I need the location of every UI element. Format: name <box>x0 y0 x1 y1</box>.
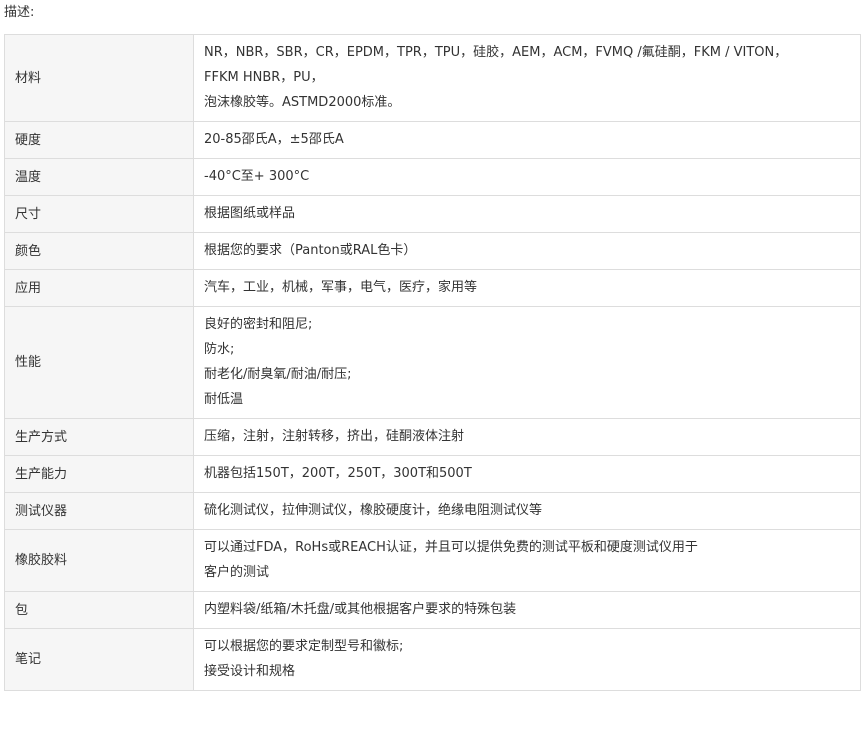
row-value: 压缩，注射，注射转移，挤出，硅酮液体注射 <box>193 418 861 456</box>
row-value: 硫化测试仪，拉伸测试仪，橡胶硬度计，绝缘电阻测试仪等 <box>193 492 861 530</box>
spec-table-body: 材料 NR，NBR，SBR，CR，EPDM，TPR，TPU，硅胶，AEM，ACM… <box>4 34 861 691</box>
value-line: 机器包括150T，200T，250T，300T和500T <box>204 466 472 481</box>
row-value: -40°C至+ 300°C <box>193 158 861 196</box>
row-value: 良好的密封和阻尼; 防水; 耐老化/耐臭氧/耐油/耐压; 耐低温 <box>193 306 861 419</box>
row-value: 根据图纸或样品 <box>193 195 861 233</box>
row-label: 测试仪器 <box>4 492 194 530</box>
table-row: 材料 NR，NBR，SBR，CR，EPDM，TPR，TPU，硅胶，AEM，ACM… <box>4 34 861 122</box>
row-label: 应用 <box>4 269 194 307</box>
row-label: 颜色 <box>4 232 194 270</box>
value-line: FFKM HNBR，PU， <box>204 70 324 85</box>
table-row: 硬度 20-85邵氏A，±5邵氏A <box>4 121 861 159</box>
value-line: 良好的密封和阻尼; <box>204 317 313 332</box>
table-row: 尺寸 根据图纸或样品 <box>4 195 861 233</box>
value-line: 耐低温 <box>204 392 244 407</box>
table-row: 包 内塑料袋/纸箱/木托盘/或其他根据客户要求的特殊包装 <box>4 591 861 629</box>
value-line: 汽车，工业，机械，军事，电气，医疗，家用等 <box>204 280 478 295</box>
table-row: 温度 -40°C至+ 300°C <box>4 158 861 196</box>
row-label: 材料 <box>4 34 194 122</box>
row-label: 生产能力 <box>4 455 194 493</box>
row-label: 笔记 <box>4 628 194 691</box>
row-label: 包 <box>4 591 194 629</box>
row-label: 温度 <box>4 158 194 196</box>
row-value: 内塑料袋/纸箱/木托盘/或其他根据客户要求的特殊包装 <box>193 591 861 629</box>
value-line: 内塑料袋/纸箱/木托盘/或其他根据客户要求的特殊包装 <box>204 602 517 617</box>
value-line: 硫化测试仪，拉伸测试仪，橡胶硬度计，绝缘电阻测试仪等 <box>204 503 543 518</box>
row-label: 橡胶胶料 <box>4 529 194 592</box>
row-value: 可以通过FDA，RoHs或REACH认证，并且可以提供免费的测试平板和硬度测试仪… <box>193 529 861 592</box>
table-row: 测试仪器 硫化测试仪，拉伸测试仪，橡胶硬度计，绝缘电阻测试仪等 <box>4 492 861 530</box>
row-label: 尺寸 <box>4 195 194 233</box>
row-value: 可以根据您的要求定制型号和徽标; 接受设计和规格 <box>193 628 861 691</box>
row-label: 生产方式 <box>4 418 194 456</box>
row-value: 根据您的要求（Panton或RAL色卡） <box>193 232 861 270</box>
table-row: 颜色 根据您的要求（Panton或RAL色卡） <box>4 232 861 270</box>
value-line: 根据图纸或样品 <box>204 206 296 221</box>
page: 描述: 材料 NR，NBR，SBR，CR，EPDM，TPR，TPU，硅胶，AEM… <box>0 0 868 732</box>
value-line: 可以通过FDA，RoHs或REACH认证，并且可以提供免费的测试平板和硬度测试仪… <box>204 540 698 555</box>
value-line: 防水; <box>204 342 235 357</box>
table-row: 橡胶胶料 可以通过FDA，RoHs或REACH认证，并且可以提供免费的测试平板和… <box>4 529 861 592</box>
value-line: 根据您的要求（Panton或RAL色卡） <box>204 243 417 258</box>
table-row: 生产能力 机器包括150T，200T，250T，300T和500T <box>4 455 861 493</box>
value-line: 20-85邵氏A，±5邵氏A <box>204 132 344 147</box>
value-line: 客户的测试 <box>204 565 270 580</box>
row-value: 机器包括150T，200T，250T，300T和500T <box>193 455 861 493</box>
table-row: 应用 汽车，工业，机械，军事，电气，医疗，家用等 <box>4 269 861 307</box>
value-line: 接受设计和规格 <box>204 664 296 679</box>
value-line: 泡沫橡胶等。ASTMD2000标准。 <box>204 95 401 110</box>
table-row: 性能 良好的密封和阻尼; 防水; 耐老化/耐臭氧/耐油/耐压; 耐低温 <box>4 306 861 419</box>
value-line: 压缩，注射，注射转移，挤出，硅酮液体注射 <box>204 429 465 444</box>
value-line: 可以根据您的要求定制型号和徽标; <box>204 639 404 654</box>
table-row: 生产方式 压缩，注射，注射转移，挤出，硅酮液体注射 <box>4 418 861 456</box>
value-line: 耐老化/耐臭氧/耐油/耐压; <box>204 367 352 382</box>
row-value: NR，NBR，SBR，CR，EPDM，TPR，TPU，硅胶，AEM，ACM，FV… <box>193 34 861 122</box>
row-label: 硬度 <box>4 121 194 159</box>
spec-table: 材料 NR，NBR，SBR，CR，EPDM，TPR，TPU，硅胶，AEM，ACM… <box>4 34 861 691</box>
row-value: 20-85邵氏A，±5邵氏A <box>193 121 861 159</box>
value-line: -40°C至+ 300°C <box>204 169 310 184</box>
row-value: 汽车，工业，机械，军事，电气，医疗，家用等 <box>193 269 861 307</box>
row-label: 性能 <box>4 306 194 419</box>
value-line: NR，NBR，SBR，CR，EPDM，TPR，TPU，硅胶，AEM，ACM，FV… <box>204 45 788 60</box>
description-label: 描述: <box>4 5 35 20</box>
table-row: 笔记 可以根据您的要求定制型号和徽标; 接受设计和规格 <box>4 628 861 691</box>
